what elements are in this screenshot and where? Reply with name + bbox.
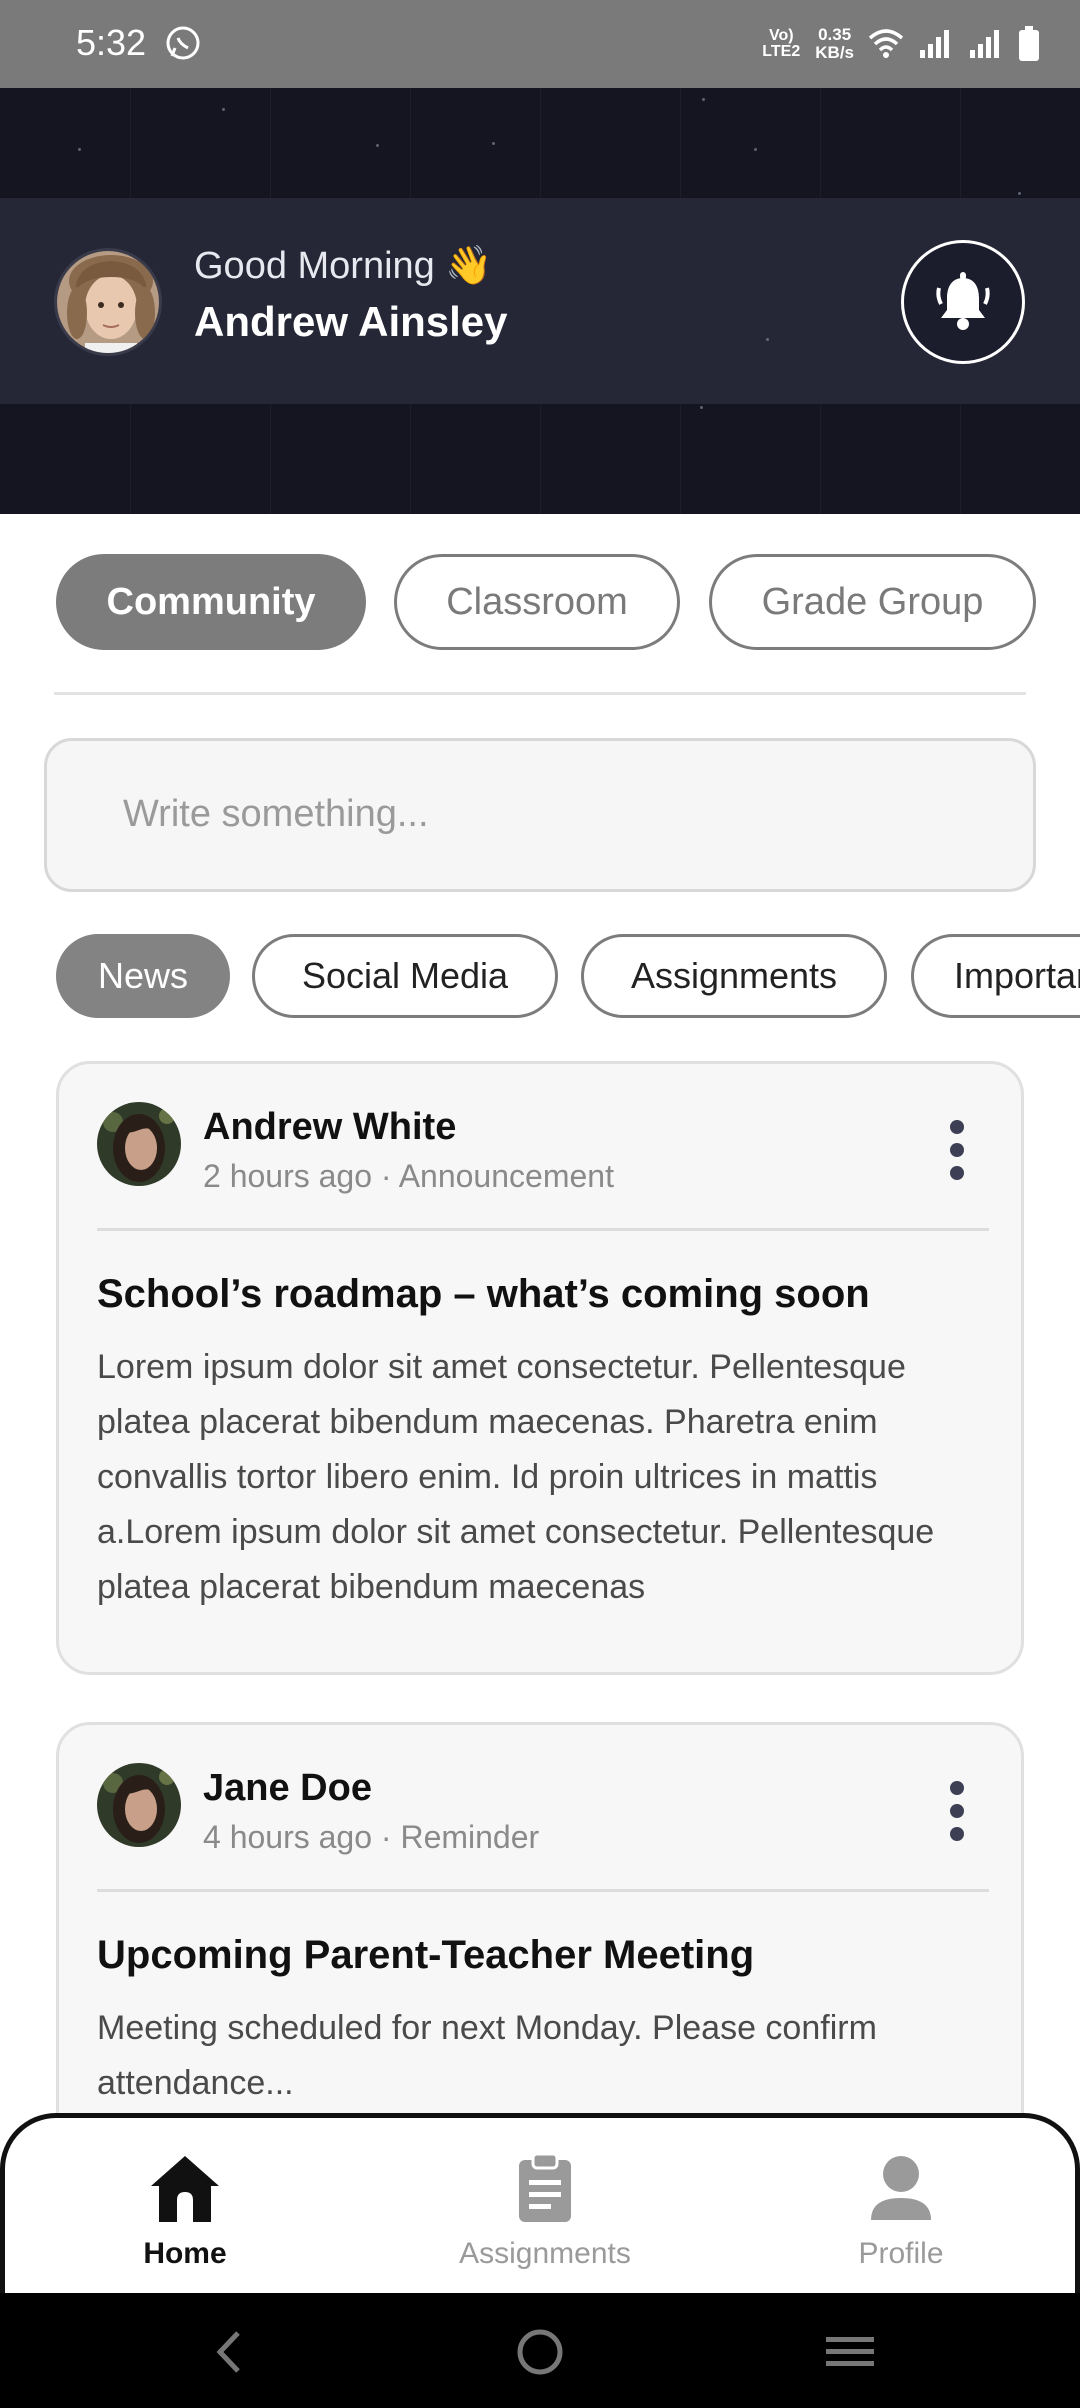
- status-bar: 5:32 Vo) LTE2 0.35 KB/s: [0, 0, 1080, 88]
- wifi-icon: [868, 29, 904, 58]
- speed-value: 0.35: [818, 25, 852, 44]
- post-meta: 4 hours ago · Reminder: [203, 1819, 540, 1855]
- bell-icon: [936, 272, 990, 330]
- nav-home[interactable]: Home: [65, 2152, 305, 2272]
- signal-icon: [920, 30, 949, 58]
- more-options-icon[interactable]: [949, 1120, 965, 1180]
- signal-icon: [970, 30, 999, 58]
- post-body: Lorem ipsum dolor sit amet consectetur. …: [97, 1348, 935, 1606]
- chip-news[interactable]: News: [56, 934, 230, 1018]
- whatsapp-icon: [166, 26, 200, 60]
- nav-assignments[interactable]: Assignments: [425, 2152, 665, 2272]
- filter-chips: News Social Media Assignments Important: [0, 934, 1080, 1020]
- tab-community[interactable]: Community: [56, 554, 366, 650]
- post-divider: [97, 1228, 989, 1231]
- speed-unit: KB/s: [815, 43, 854, 62]
- post-card[interactable]: Andrew White 2 hours ago · Announcement …: [56, 1061, 1024, 1675]
- clipboard-icon: [519, 2152, 571, 2222]
- user-name: Andrew Ainsley: [194, 298, 508, 345]
- post-author[interactable]: Andrew White: [203, 1106, 456, 1149]
- author-photo: [97, 1763, 181, 1847]
- chip-important[interactable]: Important: [911, 934, 1080, 1018]
- home-circle-icon[interactable]: [510, 2327, 570, 2377]
- author-avatar[interactable]: [97, 1102, 181, 1186]
- network-speed: 0.35 KB/s: [815, 26, 854, 62]
- system-navigation-bar: [0, 2293, 1080, 2408]
- composer-placeholder: Write something...: [123, 793, 429, 835]
- bottom-nav: Home Assignments Profile: [0, 2113, 1080, 2293]
- author-avatar[interactable]: [97, 1763, 181, 1847]
- header: Good Morning 👋 Andrew Ainsley: [0, 88, 1080, 514]
- network-type: Vo) LTE2: [762, 27, 801, 60]
- post-author[interactable]: Jane Doe: [203, 1767, 372, 1810]
- post-title: School’s roadmap – what’s coming soon: [97, 1272, 870, 1316]
- status-icons: Vo) LTE2 0.35 KB/s: [761, 20, 1040, 68]
- battery-icon: [1019, 26, 1039, 61]
- home-icon: [151, 2156, 219, 2222]
- tab-classroom[interactable]: Classroom: [394, 554, 680, 650]
- back-icon[interactable]: [200, 2327, 260, 2377]
- nav-label-profile: Profile: [858, 2237, 944, 2270]
- more-options-icon[interactable]: [949, 1781, 965, 1841]
- author-photo: [97, 1102, 181, 1186]
- post-divider: [97, 1889, 989, 1892]
- tab-grade-group[interactable]: Grade Group: [709, 554, 1036, 650]
- nav-label-assignments: Assignments: [459, 2237, 631, 2270]
- post-meta: 2 hours ago · Announcement: [203, 1158, 614, 1194]
- nav-profile[interactable]: Profile: [781, 2152, 1021, 2272]
- nav-label-home: Home: [143, 2237, 227, 2270]
- notification-button[interactable]: [901, 240, 1025, 364]
- post-title: Upcoming Parent-Teacher Meeting: [97, 1933, 755, 1977]
- tabs-divider: [54, 692, 1026, 695]
- chip-social-media[interactable]: Social Media: [252, 934, 558, 1018]
- post-composer-input[interactable]: Write something...: [44, 738, 1036, 892]
- recents-icon[interactable]: [820, 2327, 880, 2377]
- profile-icon: [871, 2156, 931, 2220]
- chip-assignments[interactable]: Assignments: [581, 934, 887, 1018]
- avatar[interactable]: [54, 248, 162, 356]
- greeting-text: Good Morning 👋: [194, 245, 493, 287]
- status-time: 5:32: [76, 22, 147, 63]
- post-body: Meeting scheduled for next Monday. Pleas…: [97, 2009, 877, 2102]
- main-tabs: Community Classroom Grade Group: [0, 554, 1080, 652]
